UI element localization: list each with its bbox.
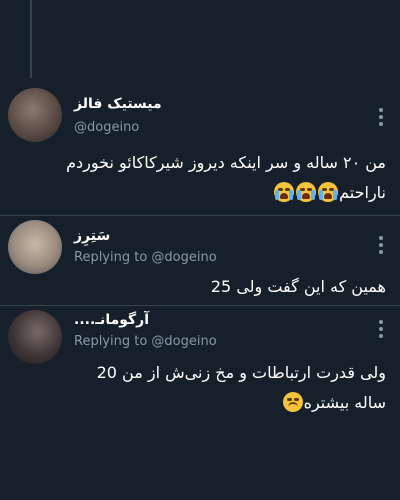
avatar[interactable] <box>8 88 62 142</box>
tweet-text: همین که این گفت ولی 25 <box>10 272 386 302</box>
loudly-crying-face-icon <box>296 182 317 202</box>
replying-to-label[interactable]: Replying to @dogeino <box>74 250 217 265</box>
thread-connector-line <box>30 0 32 78</box>
replying-to-label[interactable]: Replying to @dogeino <box>74 334 217 349</box>
more-options-icon[interactable] <box>378 320 384 338</box>
loudly-crying-face-icon <box>318 182 339 202</box>
tweet-text-line-2: ناراحتم <box>10 178 386 208</box>
avatar[interactable] <box>8 310 62 364</box>
tweet-reply[interactable]: سَتِرِز Replying to @dogeino همین که این… <box>0 216 400 306</box>
tweet-text: من ۲۰ ساله و سر اینکه دیروز شیرکاکائو نخ… <box>10 148 386 208</box>
more-options-icon[interactable] <box>378 108 384 126</box>
author-name[interactable]: سَتِرِز <box>74 228 110 244</box>
tweet-text-line: من ۲۰ ساله و سر اینکه دیروز شیرکاکائو نخ… <box>66 153 386 172</box>
loudly-crying-face-icon <box>274 182 295 202</box>
more-options-icon[interactable] <box>378 236 384 254</box>
tweet-text: ولی قدرت ارتباطات و مخ زنی‌ش از من 20 سا… <box>10 358 386 418</box>
author-name[interactable]: آرگومانـ.... <box>74 312 149 328</box>
tweet-text-line: همین که این گفت ولی 25 <box>210 277 386 296</box>
avatar[interactable] <box>8 220 62 274</box>
sad-face-icon <box>282 392 303 412</box>
tweet-main[interactable]: میستیک فالز @dogeino من ۲۰ ساله و سر این… <box>0 78 400 216</box>
tweet-text-line-2: ساله بیشتره <box>10 388 386 418</box>
tweet-reply[interactable]: آرگومانـ.... Replying to @dogeino ولی قد… <box>0 306 400 500</box>
author-name[interactable]: میستیک فالز <box>74 96 162 112</box>
tweet-text-word: ناراحتم <box>339 183 386 202</box>
tweet-text-line: ولی قدرت ارتباطات و مخ زنی‌ش از من 20 <box>96 363 386 382</box>
author-handle[interactable]: @dogeino <box>74 120 139 135</box>
tweet-text-word: ساله بیشتره <box>303 393 386 412</box>
